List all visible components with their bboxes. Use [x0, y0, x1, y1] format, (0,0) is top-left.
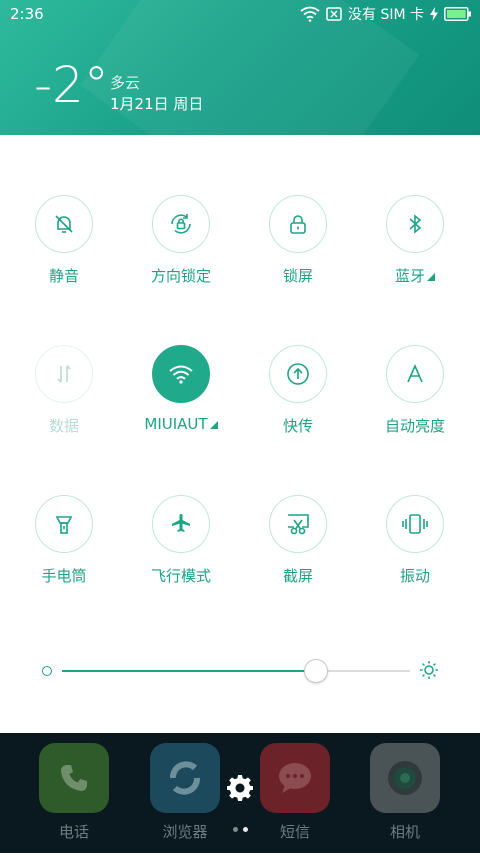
- phone-icon: [61, 765, 87, 791]
- page-dot: [233, 827, 238, 832]
- temperature: -2°: [34, 56, 109, 114]
- phone-app-label: 电话: [58, 823, 89, 841]
- app-camera[interactable]: 相机: [370, 743, 440, 842]
- mobile-data-icon: [57, 365, 71, 383]
- toggle-vibrate-label: 振动: [399, 567, 430, 585]
- toggle-silent-circle[interactable]: [35, 195, 93, 253]
- page-dot-active: [243, 827, 248, 832]
- toggle-rotation-lock-label: 方向锁定: [150, 267, 211, 285]
- toggle-rotation-lock[interactable]: 方向锁定: [122, 195, 240, 286]
- status-time: 2:36: [10, 5, 44, 23]
- toggle-bluetooth-circle[interactable]: [386, 195, 444, 253]
- toggle-flashlight-label: 手电筒: [41, 567, 87, 585]
- wifi-network-name: MIUIAUT: [144, 415, 208, 433]
- toggle-wifi[interactable]: MIUIAUT: [122, 345, 240, 433]
- toggle-lock-screen-circle[interactable]: [269, 195, 327, 253]
- more-options-caret-icon: [209, 421, 218, 429]
- toggle-silent-label: 静音: [48, 267, 79, 285]
- wifi-icon: [169, 365, 193, 384]
- message-bubble-icon: [279, 763, 311, 793]
- brightness-high-icon: [420, 661, 438, 679]
- bluetooth-icon: [409, 214, 422, 234]
- home-dock: 电话 浏览器 短信 相机: [0, 733, 480, 853]
- toggle-screenshot-label: 截屏: [282, 567, 313, 585]
- flashlight-icon: [55, 516, 73, 534]
- more-options-caret-icon: [427, 273, 435, 281]
- weather-header: 2:36 没有 SIM 卡 -2° 多云 1月21日 周日: [0, 0, 480, 135]
- app-phone[interactable]: 电话: [39, 743, 109, 842]
- weather-condition: 多云: [110, 74, 141, 92]
- phone-app-icon[interactable]: [39, 743, 109, 813]
- app-browser[interactable]: 浏览器: [150, 743, 220, 842]
- battery-icon: [444, 7, 471, 21]
- brightness-low-icon: [42, 666, 52, 676]
- toggle-airplane-circle[interactable]: [152, 495, 210, 553]
- toggle-quick-share-label: 快传: [282, 417, 313, 435]
- toggle-mobile-data[interactable]: 数据: [5, 345, 123, 436]
- vibrate-icon: [402, 514, 428, 534]
- brightness-slider-thumb[interactable]: [304, 659, 329, 683]
- toggle-mobile-data-circle[interactable]: [35, 345, 93, 403]
- toggle-quick-share[interactable]: 快传: [239, 345, 357, 436]
- auto-brightness-icon: [407, 364, 423, 383]
- toggle-airplane[interactable]: 飞行模式: [122, 495, 240, 586]
- browser-app-icon[interactable]: [150, 743, 220, 813]
- brightness-slider[interactable]: [62, 659, 410, 683]
- toggle-flashlight-circle[interactable]: [35, 495, 93, 553]
- toggle-wifi-label: MIUIAUT: [122, 415, 240, 433]
- toggle-auto-brightness-label: 自动亮度: [384, 417, 445, 435]
- lock-icon: [290, 215, 306, 234]
- toggle-screenshot-circle[interactable]: [269, 495, 327, 553]
- airplane-icon: [172, 514, 190, 532]
- charging-icon: [430, 7, 438, 21]
- status-bar: 2:36 没有 SIM 卡: [0, 0, 480, 28]
- toggle-quick-share-circle[interactable]: [269, 345, 327, 403]
- wifi-status-icon: [300, 6, 320, 22]
- toggle-silent[interactable]: 静音: [5, 195, 123, 286]
- browser-app-label: 浏览器: [162, 823, 208, 841]
- toggle-lock-screen-label: 锁屏: [282, 267, 313, 285]
- messages-app-icon[interactable]: [260, 743, 330, 813]
- bell-off-icon: [55, 215, 73, 233]
- toggle-auto-brightness[interactable]: 自动亮度: [356, 345, 474, 436]
- weather-date: 1月21日 周日: [110, 95, 204, 113]
- no-sim-icon: [326, 7, 342, 21]
- toggle-vibrate[interactable]: 振动: [356, 495, 474, 586]
- no-sim-text: 没有 SIM 卡: [348, 7, 424, 23]
- brightness-slider-fill: [62, 670, 317, 672]
- toggle-flashlight[interactable]: 手电筒: [5, 495, 123, 586]
- camera-app-label: 相机: [389, 823, 420, 841]
- toggle-lock-screen[interactable]: 锁屏: [239, 195, 357, 286]
- camera-lens-icon: [388, 761, 422, 795]
- toggle-rotation-lock-circle[interactable]: [152, 195, 210, 253]
- toggle-auto-brightness-circle[interactable]: [386, 345, 444, 403]
- bluetooth-text: 蓝牙: [394, 267, 425, 285]
- settings-gear-icon[interactable]: [227, 775, 253, 801]
- quick-share-icon: [287, 363, 309, 385]
- camera-app-icon[interactable]: [370, 743, 440, 813]
- browser-icon: [170, 761, 200, 795]
- app-messages[interactable]: 短信: [260, 743, 330, 842]
- toggle-wifi-circle[interactable]: [152, 345, 210, 403]
- toggle-bluetooth[interactable]: 蓝牙: [356, 195, 474, 286]
- toggle-airplane-label: 飞行模式: [150, 567, 211, 585]
- toggle-mobile-data-label: 数据: [48, 417, 79, 435]
- toggle-bluetooth-label: 蓝牙: [356, 265, 474, 286]
- messages-app-label: 短信: [279, 823, 310, 841]
- toggle-vibrate-circle[interactable]: [386, 495, 444, 553]
- quick-settings-panel: 静音 方向锁定 锁屏 蓝牙 数据 MIUIAUT 快传 自动亮度 手电筒 飞行模…: [0, 135, 480, 733]
- rotation-lock-icon: [171, 214, 191, 234]
- screenshot-icon: [288, 514, 309, 535]
- toggle-screenshot[interactable]: 截屏: [239, 495, 357, 586]
- status-icons: 没有 SIM 卡: [300, 4, 472, 24]
- page-indicator: [233, 827, 248, 832]
